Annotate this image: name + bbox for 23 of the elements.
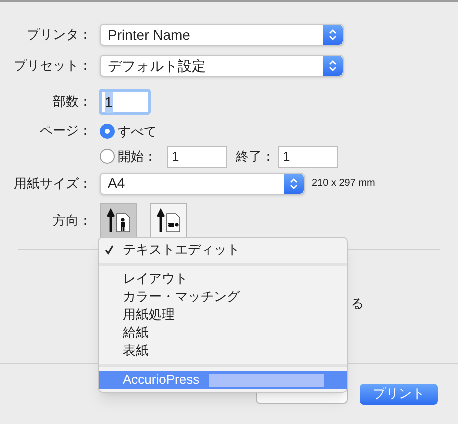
field-label: プリセット： — [13, 57, 93, 76]
menu-item[interactable]: 給紙 — [99, 324, 347, 342]
menu-item[interactable]: 用紙処理 — [99, 306, 347, 324]
copies-field[interactable]: 1 — [99, 89, 151, 115]
menu-item[interactable]: カラー・マッチング — [99, 288, 347, 306]
menu-item[interactable]: 表紙 — [99, 342, 347, 360]
field-label: 用紙サイズ： — [13, 174, 93, 193]
menu-item[interactable]: テキストエディット — [99, 241, 347, 259]
preset-select[interactable]: デフォルト設定 — [100, 55, 344, 77]
paper-dimensions: 210 x 297 mm — [312, 177, 376, 191]
field-label: ページ： — [39, 122, 93, 140]
printer-select[interactable]: Printer Name — [100, 24, 344, 46]
menu-item[interactable]: レイアウト — [99, 270, 347, 288]
paper-size-select[interactable]: A4 — [100, 172, 305, 194]
field-label: 方向： — [52, 212, 93, 230]
radio-label: すべて — [118, 123, 157, 141]
radio-label: 開始： — [118, 148, 157, 166]
text-fragment: る — [351, 294, 364, 312]
from-page-field[interactable]: 1 — [167, 146, 227, 168]
field-label: 終了： — [236, 148, 275, 166]
field-label: 部数： — [52, 93, 93, 112]
to-page-field[interactable]: 1 — [278, 146, 338, 168]
field-label: プリンタ： — [26, 26, 93, 44]
